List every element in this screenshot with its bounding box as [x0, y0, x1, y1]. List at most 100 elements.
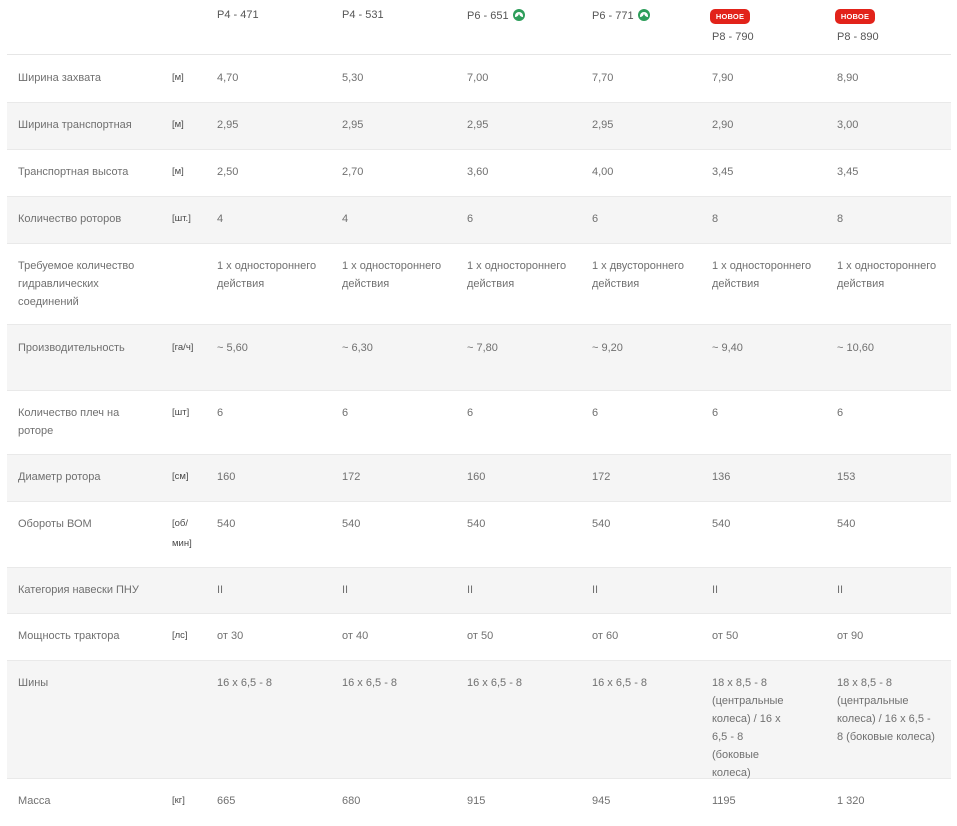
row-value: 16 x 6,5 - 8: [467, 677, 523, 689]
row-value: 2,70: [342, 166, 364, 178]
model-name: P8 - 790: [712, 31, 754, 43]
model-header-p6-651: P6 - 651: [467, 9, 525, 22]
row-value: 6: [712, 407, 719, 419]
row-value: II: [467, 584, 474, 596]
spec-row-rotor-count: Количество роторов [шт.] 4 4 6 6 8 8: [7, 197, 951, 244]
model-header-p8-790: НОВОЕ P8 - 790: [710, 9, 754, 43]
spec-row-transport-width: Ширина транспортная [м] 2,95 2,95 2,95 2…: [7, 103, 951, 150]
row-value: 5,30: [342, 72, 364, 84]
row-value: ~ 6,30: [342, 342, 373, 354]
row-value: ~ 9,20: [592, 342, 623, 354]
row-unit: [шт]: [172, 407, 190, 418]
row-value: 6: [217, 407, 224, 419]
row-value: 2,95: [217, 119, 239, 131]
row-value: 665: [217, 795, 236, 807]
row-value: 3,60: [467, 166, 489, 178]
row-value: 6: [592, 213, 599, 225]
row-value: 18 x 8,5 - 8 (центральные колеса) / 16 x…: [712, 677, 784, 779]
row-value: 18 x 8,5 - 8 (центральные колеса) / 16 x…: [837, 677, 935, 743]
row-value: от 40: [342, 630, 369, 642]
row-value: 915: [467, 795, 486, 807]
row-value: 6: [467, 213, 474, 225]
row-value: II: [217, 584, 224, 596]
row-value: 1 320: [837, 795, 865, 807]
row-value: от 90: [837, 630, 864, 642]
row-value: 160: [467, 471, 486, 483]
spec-row-arms-per-rotor: Количество плеч на роторе [шт] 6 6 6 6 6…: [7, 391, 951, 455]
spec-row-pto-speed: Обороты ВОМ [об/мин] 540 540 540 540 540…: [7, 502, 951, 568]
row-unit: [лс]: [172, 630, 188, 641]
row-unit: [га/ч]: [172, 342, 194, 353]
row-label: Требуемое количество гидравлических соед…: [18, 260, 135, 308]
leaf-icon: [637, 9, 650, 21]
row-value: 16 x 6,5 - 8: [217, 677, 273, 689]
row-value: 1195: [712, 795, 736, 807]
row-value: 6: [342, 407, 349, 419]
row-label: Количество плеч на роторе: [18, 407, 120, 437]
row-value: 8: [712, 213, 719, 225]
spec-row-tractor-power: Мощность трактора [лс] от 30 от 40 от 50…: [7, 614, 951, 661]
model-header-p8-890: НОВОЕ P8 - 890: [835, 9, 879, 43]
row-value: 540: [342, 518, 361, 530]
row-value: 1 x одностороннего действия: [467, 260, 567, 290]
row-value: 1 x двустороннего действия: [592, 260, 685, 290]
row-label: Производительность: [18, 342, 125, 354]
row-value: 4,70: [217, 72, 239, 84]
spec-row-tires: Шины 16 x 6,5 - 8 16 x 6,5 - 8 16 x 6,5 …: [7, 661, 951, 779]
row-value: 540: [837, 518, 856, 530]
row-value: II: [837, 584, 844, 596]
spec-row-hydraulic-connections: Требуемое количество гидравлических соед…: [7, 244, 951, 325]
row-value: 680: [342, 795, 361, 807]
row-value: 1 x одностороннего действия: [342, 260, 442, 290]
row-label: Диаметр ротора: [18, 471, 101, 483]
row-value: II: [342, 584, 349, 596]
row-value: 945: [592, 795, 611, 807]
row-value: 7,70: [592, 72, 614, 84]
row-value: 7,00: [467, 72, 489, 84]
row-value: от 60: [592, 630, 619, 642]
row-value: II: [712, 584, 719, 596]
model-name: P6 - 771: [592, 10, 634, 22]
row-value: 1 x одностороннего действия: [837, 260, 937, 290]
row-value: 160: [217, 471, 236, 483]
row-value: II: [592, 584, 599, 596]
row-value: 3,45: [837, 166, 859, 178]
row-value: ~ 10,60: [837, 342, 875, 354]
row-value: 6: [592, 407, 599, 419]
row-unit: [м]: [172, 72, 184, 83]
spec-row-weight: Масса [кг] 665 680 915 945 1195 1 320: [7, 779, 951, 826]
row-value: 153: [837, 471, 856, 483]
row-value: ~ 5,60: [217, 342, 248, 354]
spec-row-hitch-category: Категория навески ПНУ II II II II II II: [7, 568, 951, 614]
row-value: 6: [837, 407, 844, 419]
row-value: 2,95: [592, 119, 614, 131]
row-value: 16 x 6,5 - 8: [342, 677, 398, 689]
row-value: 540: [217, 518, 236, 530]
model-name: P4 - 471: [217, 9, 259, 21]
row-unit: [об/мин]: [172, 518, 192, 549]
model-name: P8 - 890: [837, 31, 879, 43]
row-value: 136: [712, 471, 731, 483]
row-value: ~ 9,40: [712, 342, 743, 354]
row-value: 3,00: [837, 119, 859, 131]
row-value: 4,00: [592, 166, 614, 178]
row-label: Ширина захвата: [18, 72, 102, 84]
row-value: 7,90: [712, 72, 734, 84]
model-header-p4-531: P4 - 531: [342, 9, 384, 21]
spec-row-productivity: Производительность [га/ч] ~ 5,60 ~ 6,30 …: [7, 325, 951, 391]
row-unit: [см]: [172, 471, 189, 482]
model-name: P6 - 651: [467, 10, 509, 22]
model-name: P4 - 531: [342, 9, 384, 21]
row-value: 2,95: [342, 119, 364, 131]
row-label: Обороты ВОМ: [18, 518, 92, 530]
row-unit: [шт.]: [172, 213, 191, 224]
new-badge: НОВОЕ: [835, 9, 875, 24]
row-value: от 30: [217, 630, 244, 642]
row-unit: [кг]: [172, 795, 185, 806]
table-header: P4 - 471 P4 - 531 P6 - 651 P6 - 771 НОВО…: [7, 0, 951, 55]
row-label: Шины: [18, 677, 49, 689]
row-label: Масса: [18, 795, 51, 807]
row-value: ~ 7,80: [467, 342, 498, 354]
row-value: 6: [467, 407, 474, 419]
row-value: 172: [592, 471, 611, 483]
